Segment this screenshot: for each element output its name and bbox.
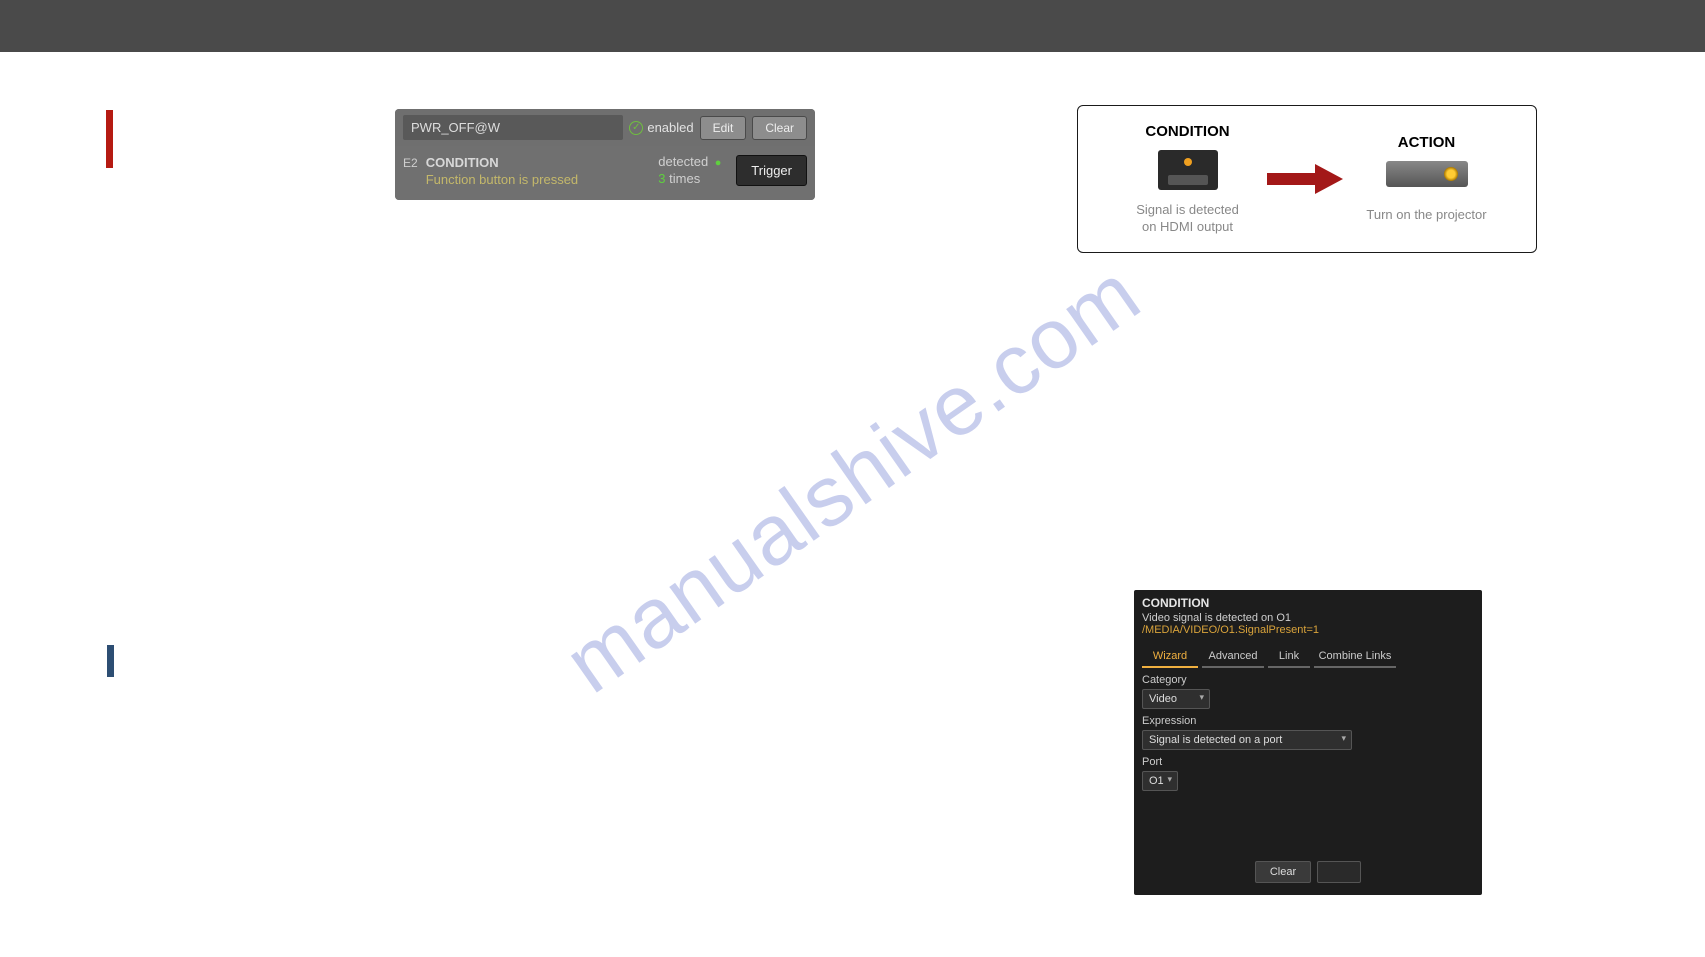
- expression-label: Expression: [1142, 715, 1474, 727]
- category-field: Category Video: [1134, 668, 1482, 709]
- condition-config-panel: CONDITION Video signal is detected on O1…: [1134, 590, 1482, 895]
- config-clear-button[interactable]: Clear: [1255, 861, 1311, 883]
- times-label: times: [669, 171, 700, 186]
- port-select[interactable]: O1: [1142, 771, 1178, 791]
- diagram-condition-caption: Signal is detected on HDMI output: [1136, 202, 1239, 236]
- condition-description: Function button is pressed: [426, 172, 651, 187]
- category-select[interactable]: Video: [1142, 689, 1210, 709]
- diagram-action-column: ACTION Turn on the projector: [1347, 134, 1506, 224]
- arrow-icon: [1267, 164, 1347, 194]
- event-body: E2 CONDITION Function button is pressed …: [395, 146, 815, 200]
- config-button-row: Clear: [1134, 861, 1482, 887]
- event-name[interactable]: PWR_OFF@W: [403, 115, 623, 140]
- port-label: Port: [1142, 756, 1474, 768]
- enabled-label: enabled: [647, 120, 693, 135]
- diagram-condition-column: CONDITION Signal is detected on HDMI out…: [1108, 123, 1267, 236]
- config-path: /MEDIA/VIDEO/O1.SignalPresent=1: [1134, 624, 1482, 642]
- tab-combine-links[interactable]: Combine Links: [1314, 646, 1396, 668]
- hdmi-device-icon: [1158, 150, 1218, 190]
- event-panel: PWR_OFF@W ✓ enabled Edit Clear E2 CONDIT…: [395, 109, 815, 200]
- detected-block: detected ● 3 times: [658, 154, 728, 188]
- section-marker-blue: [107, 645, 114, 677]
- tab-wizard[interactable]: Wizard: [1142, 646, 1198, 668]
- tab-advanced[interactable]: Advanced: [1202, 646, 1264, 668]
- expression-select[interactable]: Signal is detected on a port: [1142, 730, 1352, 750]
- event-header: PWR_OFF@W ✓ enabled Edit Clear: [395, 109, 815, 146]
- config-tabs: Wizard Advanced Link Combine Links: [1134, 646, 1482, 668]
- config-description: Video signal is detected on O1: [1134, 612, 1482, 624]
- detected-label: detected: [658, 154, 708, 169]
- expression-field: Expression Signal is detected on a port: [1134, 709, 1482, 750]
- detected-dot-icon: ●: [715, 157, 722, 169]
- event-id: E2: [403, 154, 418, 170]
- top-bar: [0, 0, 1705, 52]
- config-apply-button[interactable]: [1317, 861, 1361, 883]
- projector-icon: [1386, 161, 1468, 187]
- tab-link[interactable]: Link: [1268, 646, 1310, 668]
- watermark: manualshive.com: [547, 244, 1157, 712]
- port-field: Port O1: [1134, 750, 1482, 791]
- condition-block: CONDITION Function button is pressed: [426, 155, 651, 187]
- edit-button[interactable]: Edit: [700, 116, 747, 140]
- check-icon: ✓: [629, 121, 643, 135]
- detected-count: 3: [658, 171, 665, 186]
- config-header: CONDITION: [1134, 590, 1482, 612]
- trigger-button[interactable]: Trigger: [736, 155, 807, 186]
- section-marker-red: [106, 110, 113, 168]
- condition-title: CONDITION: [426, 155, 651, 170]
- diagram-action-caption: Turn on the projector: [1366, 207, 1486, 224]
- category-label: Category: [1142, 674, 1474, 686]
- diagram-action-title: ACTION: [1398, 134, 1456, 151]
- diagram-condition-title: CONDITION: [1145, 123, 1229, 140]
- clear-button[interactable]: Clear: [752, 116, 807, 140]
- condition-action-diagram: CONDITION Signal is detected on HDMI out…: [1077, 105, 1537, 253]
- enabled-indicator: ✓ enabled: [629, 120, 693, 135]
